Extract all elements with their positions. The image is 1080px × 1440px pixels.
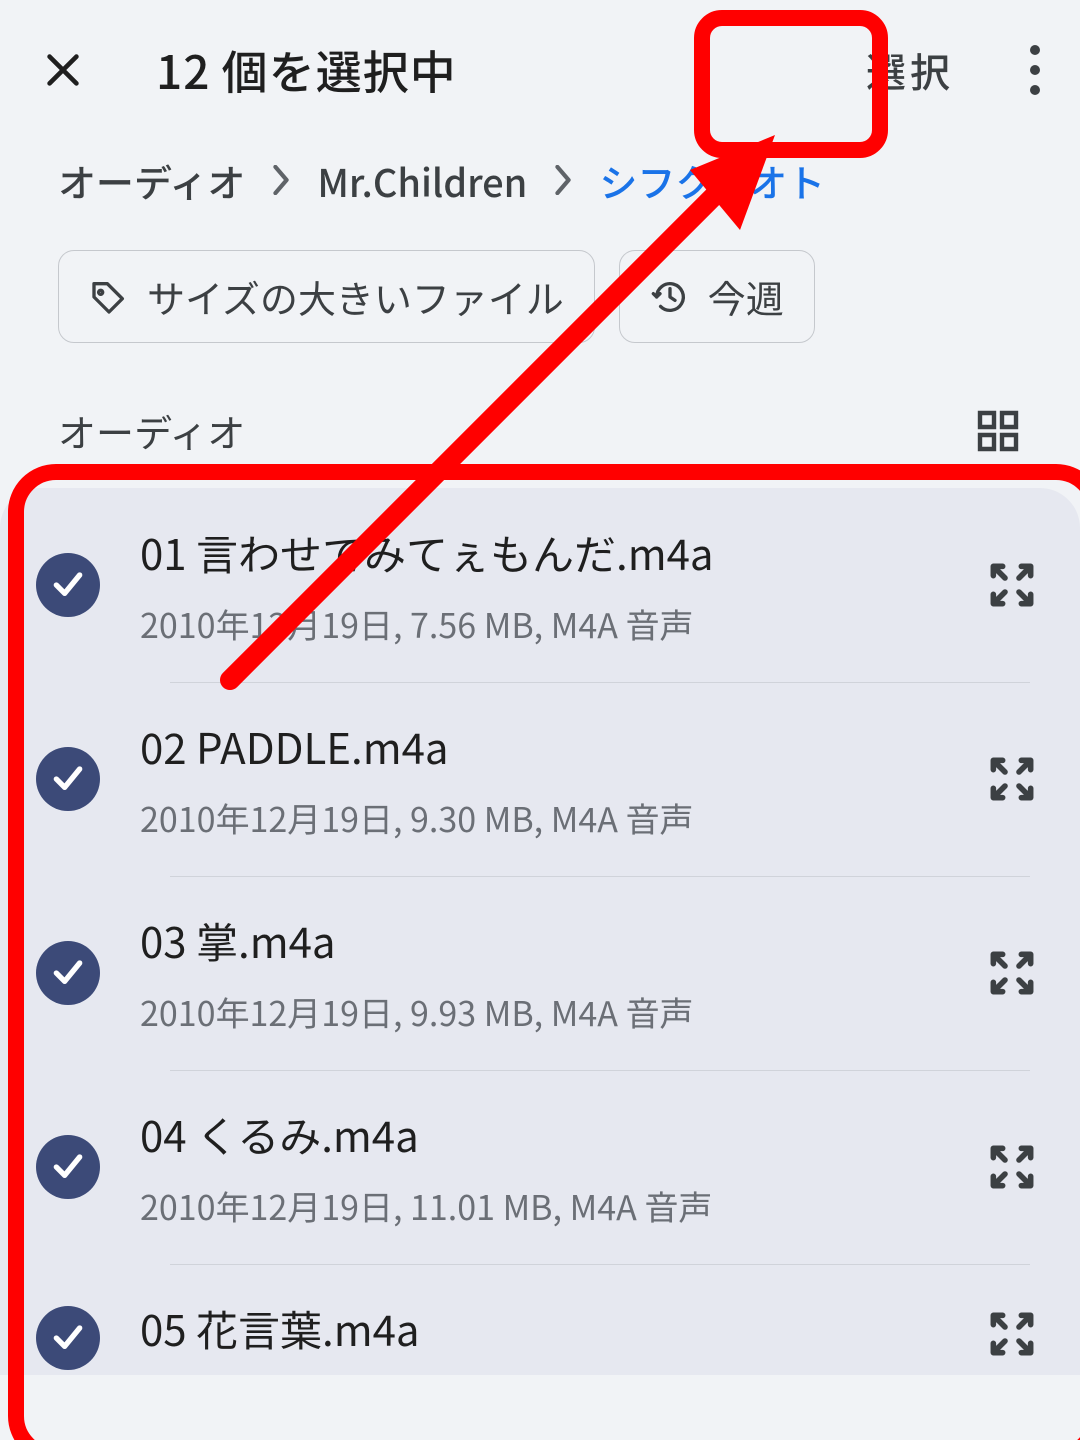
checkmark-icon[interactable]	[36, 941, 100, 1005]
top-bar: 12 個を選択中 選択	[0, 0, 1080, 140]
file-row[interactable]: 04 くるみ.m4a 2010年12月19日, 11.01 MB, M4A 音声	[0, 1070, 1080, 1264]
history-icon	[650, 277, 690, 317]
chip-large-files[interactable]: サイズの大きいファイル	[58, 250, 595, 343]
file-text: 04 くるみ.m4a 2010年12月19日, 11.01 MB, M4A 音声	[140, 1104, 964, 1230]
checkmark-icon[interactable]	[36, 1135, 100, 1199]
grid-view-icon[interactable]	[974, 407, 1022, 455]
filter-chips: サイズの大きいファイル 今週	[0, 220, 1080, 383]
file-row[interactable]: 03 掌.m4a 2010年12月19日, 9.93 MB, M4A 音声	[0, 876, 1080, 1070]
breadcrumb-item[interactable]: オーディオ	[58, 153, 245, 208]
tag-icon	[89, 277, 129, 317]
file-text: 05 花言葉.m4a	[140, 1298, 964, 1375]
select-button[interactable]: 選択	[835, 15, 985, 125]
chevron-right-icon	[553, 165, 573, 195]
breadcrumb-item-active[interactable]: シフクノオト	[599, 153, 825, 208]
file-name: 04 くるみ.m4a	[140, 1104, 964, 1165]
file-text: 03 掌.m4a 2010年12月19日, 9.93 MB, M4A 音声	[140, 910, 964, 1036]
fullscreen-icon[interactable]	[984, 557, 1044, 613]
file-name: 03 掌.m4a	[140, 910, 964, 971]
section-header: オーディオ	[0, 383, 1080, 488]
file-text: 02 PADDLE.m4a 2010年12月19日, 9.30 MB, M4A …	[140, 716, 964, 842]
file-meta: 2010年12月19日, 7.56 MB, M4A 音声	[140, 599, 964, 648]
file-text: 01 言わせてみてぇもんだ.m4a 2010年12月19日, 7.56 MB, …	[140, 522, 964, 648]
chevron-right-icon	[271, 165, 291, 195]
selection-title: 12 個を選択中	[156, 37, 457, 103]
chip-this-week[interactable]: 今週	[619, 250, 815, 343]
file-name: 05 花言葉.m4a	[140, 1298, 964, 1359]
breadcrumb: オーディオ Mr.Children シフクノオト	[0, 140, 1080, 220]
section-title: オーディオ	[58, 403, 245, 458]
file-name: 02 PADDLE.m4a	[140, 716, 964, 777]
file-meta: 2010年12月19日, 9.93 MB, M4A 音声	[140, 987, 964, 1036]
fullscreen-icon[interactable]	[984, 945, 1044, 1001]
close-icon[interactable]	[40, 47, 86, 93]
file-list: 01 言わせてみてぇもんだ.m4a 2010年12月19日, 7.56 MB, …	[0, 488, 1080, 1375]
file-meta: 2010年12月19日, 9.30 MB, M4A 音声	[140, 793, 964, 842]
file-meta: 2010年12月19日, 11.01 MB, M4A 音声	[140, 1181, 964, 1230]
fullscreen-icon[interactable]	[984, 1139, 1044, 1195]
file-row[interactable]: 05 花言葉.m4a	[0, 1264, 1080, 1375]
file-row[interactable]: 02 PADDLE.m4a 2010年12月19日, 9.30 MB, M4A …	[0, 682, 1080, 876]
file-name: 01 言わせてみてぇもんだ.m4a	[140, 522, 964, 583]
file-row[interactable]: 01 言わせてみてぇもんだ.m4a 2010年12月19日, 7.56 MB, …	[0, 488, 1080, 682]
checkmark-icon[interactable]	[36, 553, 100, 617]
fullscreen-icon[interactable]	[984, 1306, 1044, 1362]
chip-label: 今週	[708, 269, 784, 324]
select-button-label: 選択	[866, 41, 954, 99]
fullscreen-icon[interactable]	[984, 751, 1044, 807]
chip-label: サイズの大きいファイル	[147, 269, 564, 324]
checkmark-icon[interactable]	[36, 1306, 100, 1370]
breadcrumb-item[interactable]: Mr.Children	[317, 153, 527, 208]
checkmark-icon[interactable]	[36, 747, 100, 811]
more-vert-icon[interactable]	[1030, 45, 1040, 95]
